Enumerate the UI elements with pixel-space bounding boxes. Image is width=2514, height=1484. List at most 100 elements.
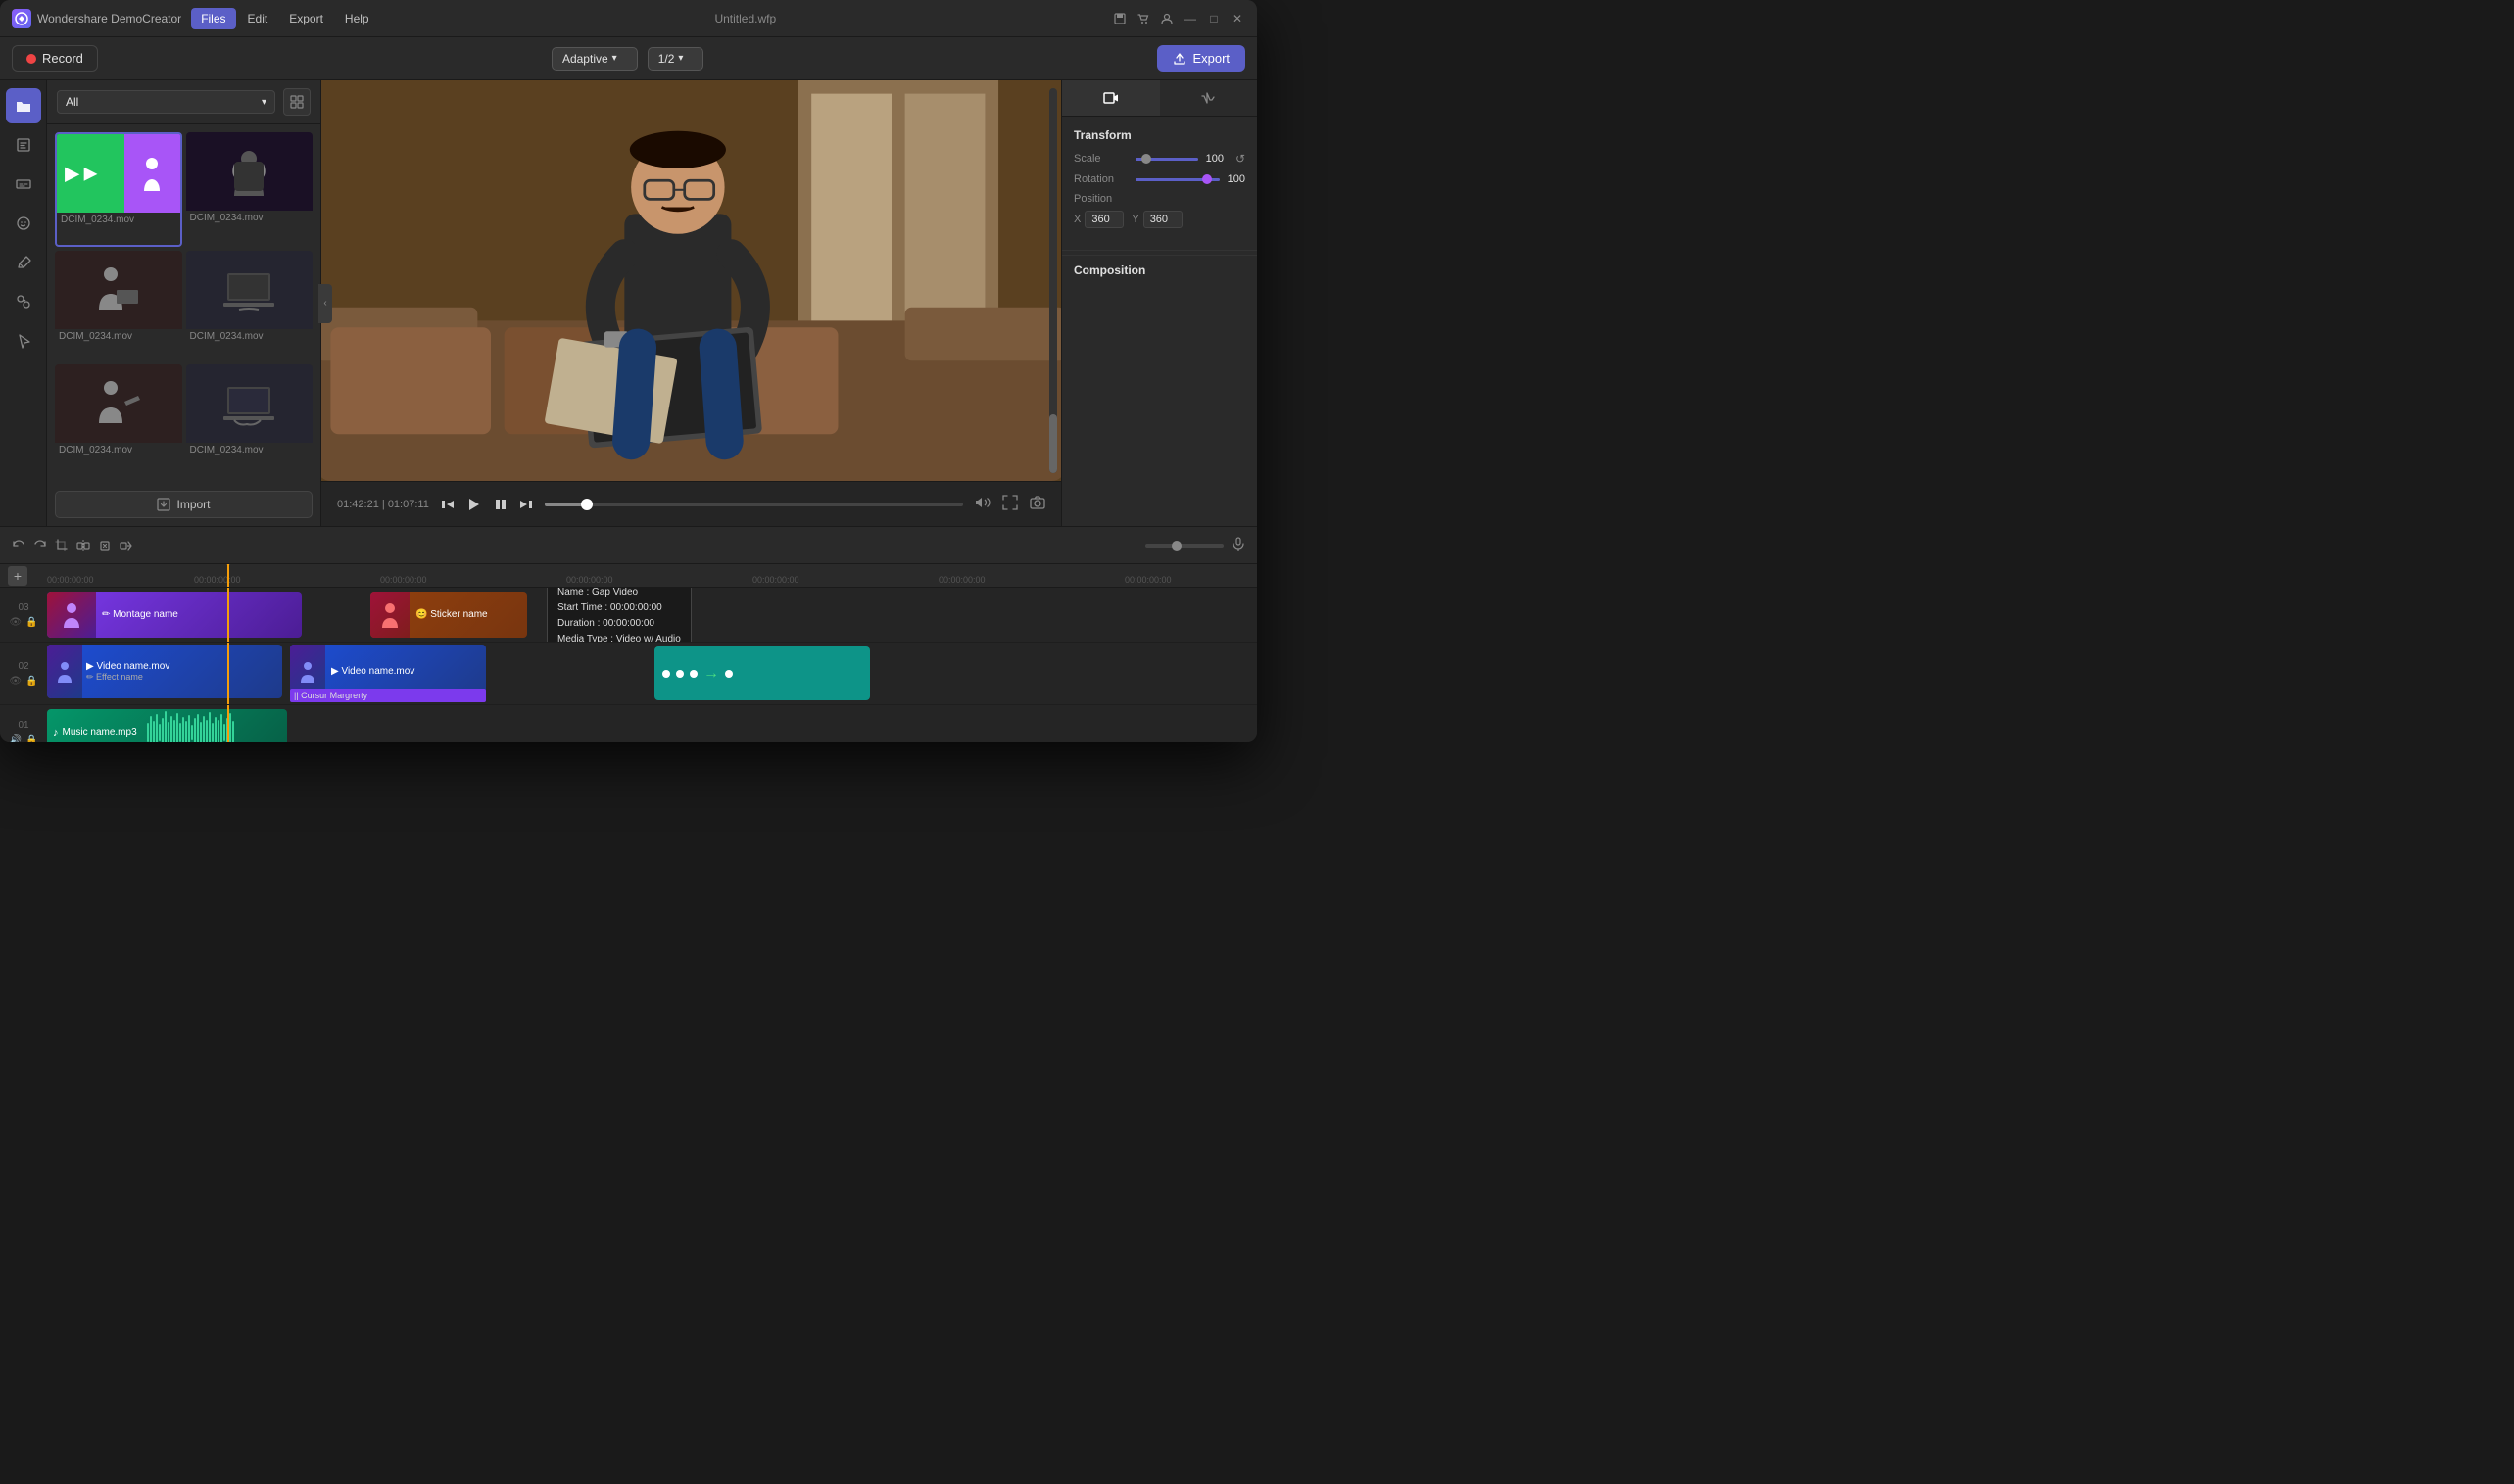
track-controls-01: 🔊 🔒 xyxy=(10,735,38,742)
maximize-button[interactable]: □ xyxy=(1206,11,1222,26)
media-grid: ▶ DCIM_0234.mov xyxy=(47,124,320,483)
collapse-panel-button[interactable]: ‹ xyxy=(318,284,332,323)
transform-section: Transform Scale 100 ↺ Rotation xyxy=(1062,117,1257,246)
sidebar-icons xyxy=(0,80,47,526)
minimize-button[interactable]: — xyxy=(1183,11,1198,26)
transform-title: Transform xyxy=(1074,128,1245,142)
lock-toggle-01[interactable]: 🔒 xyxy=(25,735,37,742)
clip-tooltip: Name : Gap Video Start Time : 00:00:00:0… xyxy=(547,588,692,642)
scale-slider[interactable] xyxy=(1136,158,1198,161)
redo-button[interactable] xyxy=(33,539,47,552)
add-track-button[interactable]: + xyxy=(8,566,27,586)
media-item[interactable]: DCIM_0234.mov xyxy=(55,251,182,361)
chevron-down-icon: ▾ xyxy=(612,53,617,64)
close-button[interactable]: ✕ xyxy=(1230,11,1245,26)
menu-files[interactable]: Files xyxy=(191,8,235,29)
motion-clip[interactable]: → xyxy=(654,646,870,700)
export-button[interactable]: Export xyxy=(1157,45,1245,72)
crop-button[interactable] xyxy=(55,539,69,552)
grid-view-button[interactable] xyxy=(283,88,311,116)
sidebar-item-text[interactable] xyxy=(6,127,41,163)
save-icon[interactable] xyxy=(1112,11,1128,26)
filter-dropdown[interactable]: All ▾ xyxy=(57,90,275,114)
sidebar-item-media[interactable] xyxy=(6,88,41,123)
record-dot-icon xyxy=(26,54,36,64)
user-icon[interactable] xyxy=(1159,11,1175,26)
cart-icon[interactable] xyxy=(1136,11,1151,26)
tab-video[interactable] xyxy=(1062,80,1160,116)
media-item[interactable]: DCIM_0234.mov xyxy=(55,364,182,475)
snapshot-button[interactable] xyxy=(1030,495,1045,513)
title-bar: Wondershare DemoCreator Files Edit Expor… xyxy=(0,0,1257,37)
visibility-toggle-03[interactable]: 👁 xyxy=(9,617,22,628)
media-panel-header: All ▾ xyxy=(47,80,320,124)
skip-forward-button[interactable] xyxy=(519,498,533,511)
zoom-slider[interactable] xyxy=(1145,544,1224,548)
skip-back-button[interactable] xyxy=(441,498,455,511)
music-label: Music name.mp3 xyxy=(63,727,137,738)
sidebar-item-stickers[interactable] xyxy=(6,206,41,241)
reset-scale-button[interactable]: ↺ xyxy=(1235,152,1245,166)
sidebar-item-cursor[interactable] xyxy=(6,323,41,359)
right-panel: Transform Scale 100 ↺ Rotation xyxy=(1061,80,1257,526)
lock-toggle-02[interactable]: 🔒 xyxy=(25,676,37,687)
media-item[interactable]: DCIM_0234.mov xyxy=(186,364,314,475)
y-input[interactable]: 360 xyxy=(1143,211,1183,228)
visibility-toggle-02[interactable]: 👁 xyxy=(9,676,22,687)
waveform-bar xyxy=(229,713,231,742)
media-filename: DCIM_0234.mov xyxy=(186,211,314,225)
playhead[interactable] xyxy=(227,564,229,587)
media-item[interactable]: DCIM_0234.mov xyxy=(186,251,314,361)
fullscreen-button[interactable] xyxy=(1002,495,1018,513)
pause-button[interactable] xyxy=(494,498,508,511)
record-button[interactable]: Record xyxy=(12,45,98,72)
split-button[interactable] xyxy=(76,539,90,552)
play-button[interactable] xyxy=(466,497,482,512)
export-icon xyxy=(1173,52,1186,66)
video-clip-1[interactable]: ▶ Video name.mov ✏ Effect name xyxy=(47,645,282,698)
sidebar-item-captions[interactable] xyxy=(6,167,41,202)
media-thumbnail xyxy=(186,251,314,329)
waveform-bar xyxy=(176,713,178,742)
track-content-02: ▶ Video name.mov ✏ Effect name xyxy=(47,643,1257,704)
montage-clip[interactable]: ✏ Montage name xyxy=(47,592,302,638)
video-scrollbar[interactable] xyxy=(1049,88,1057,473)
sticker-clip[interactable]: 😊 Sticker name xyxy=(370,592,527,638)
x-label: X xyxy=(1074,214,1081,225)
waveform-bar xyxy=(223,724,225,742)
lock-toggle-03[interactable]: 🔒 xyxy=(25,617,37,628)
sidebar-item-annotations[interactable] xyxy=(6,245,41,280)
undo-button[interactable] xyxy=(12,539,25,552)
media-thumbnail xyxy=(55,251,182,329)
laptop-hands-icon xyxy=(219,379,278,428)
ratio-dropdown[interactable]: 1/2 ▾ xyxy=(648,47,704,71)
menu-edit[interactable]: Edit xyxy=(238,8,278,29)
sidebar-item-effects[interactable] xyxy=(6,284,41,319)
quality-dropdown[interactable]: Adaptive ▾ xyxy=(552,47,638,71)
waveform-bar xyxy=(185,721,187,742)
delete-button[interactable] xyxy=(98,539,112,552)
position-label: Position xyxy=(1074,193,1128,205)
media-item[interactable]: DCIM_0234.mov xyxy=(186,132,314,247)
cursor-clip[interactable]: || Cursur Margrerty xyxy=(290,689,486,702)
progress-bar[interactable] xyxy=(545,503,963,506)
rotation-slider[interactable] xyxy=(1136,178,1220,181)
mic-button[interactable] xyxy=(1232,537,1245,553)
waveform-bar xyxy=(206,720,208,742)
x-input[interactable]: 360 xyxy=(1085,211,1124,228)
video-background xyxy=(321,80,1061,481)
tab-audio[interactable] xyxy=(1160,80,1258,116)
replace-button[interactable] xyxy=(120,539,133,552)
track-content-03: ✏ Montage name 😊 xyxy=(47,588,1257,642)
pause-icon xyxy=(494,498,508,511)
music-clip[interactable]: ♪ Music name.mp3 xyxy=(47,709,287,742)
time-display: 01:42:21 | 01:07:11 xyxy=(337,499,429,510)
import-button[interactable]: Import xyxy=(55,491,313,518)
volume-button[interactable] xyxy=(975,495,991,513)
app-window: Wondershare DemoCreator Files Edit Expor… xyxy=(0,0,1257,742)
y-field: Y 360 xyxy=(1132,211,1182,228)
visibility-toggle-01[interactable]: 🔊 xyxy=(10,735,22,742)
media-item[interactable]: ▶ DCIM_0234.mov xyxy=(55,132,182,247)
menu-help[interactable]: Help xyxy=(335,8,379,29)
menu-export[interactable]: Export xyxy=(279,8,333,29)
